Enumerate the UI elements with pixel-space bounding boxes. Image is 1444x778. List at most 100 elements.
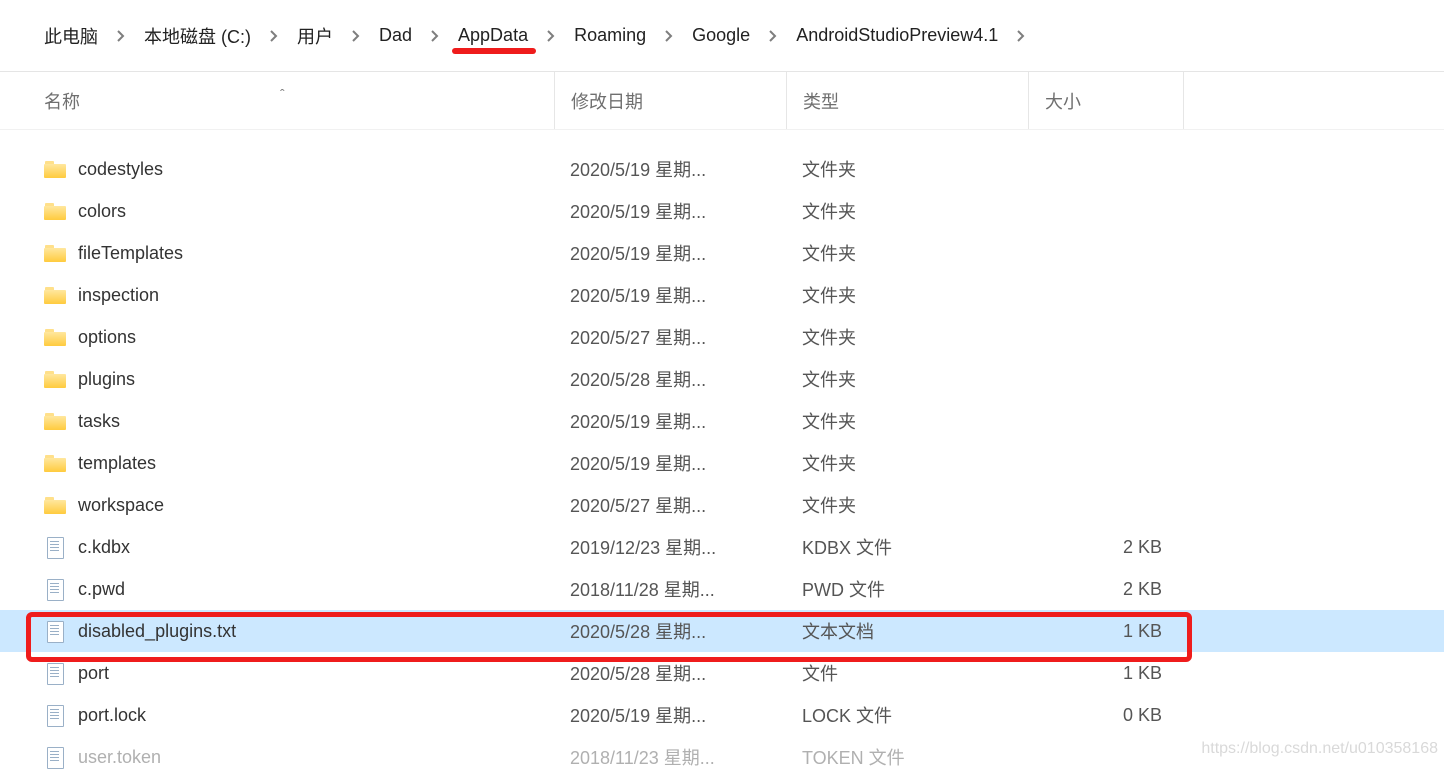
column-header-type[interactable]: 类型 xyxy=(786,72,1028,129)
column-header-name[interactable]: 名称 ˆ xyxy=(44,88,554,114)
chevron-right-icon[interactable] xyxy=(760,29,786,43)
file-type-cell: 文件夹 xyxy=(786,366,1028,392)
file-row[interactable]: codestyles2020/5/19 星期...文件夹 xyxy=(0,148,1444,190)
file-size-cell: 1 KB xyxy=(1028,663,1184,684)
chevron-right-icon[interactable] xyxy=(422,29,448,43)
file-name-cell: fileTemplates xyxy=(44,242,554,264)
file-date-cell: 2020/5/19 星期... xyxy=(554,282,786,308)
file-type-cell: TOKEN 文件 xyxy=(786,744,1028,770)
breadcrumb-item-label: 此电脑 xyxy=(44,23,98,49)
breadcrumb-item[interactable]: Dad xyxy=(371,23,420,48)
file-name-cell: plugins xyxy=(44,368,554,390)
breadcrumb-item[interactable]: 用户 xyxy=(289,21,341,51)
file-date-cell: 2019/12/23 星期... xyxy=(554,534,786,560)
file-name-text: colors xyxy=(78,201,126,222)
breadcrumb-item[interactable]: AppData xyxy=(450,23,536,48)
file-name-text: port xyxy=(78,663,109,684)
file-row[interactable]: fileTemplates2020/5/19 星期...文件夹 xyxy=(0,232,1444,274)
file-date-cell: 2020/5/19 星期... xyxy=(554,156,786,182)
column-header-size-text: 大小 xyxy=(1045,88,1081,114)
file-list: codestyles2020/5/19 星期...文件夹colors2020/5… xyxy=(0,130,1444,778)
file-date-cell: 2020/5/27 星期... xyxy=(554,492,786,518)
file-type-cell: 文件夹 xyxy=(786,282,1028,308)
breadcrumb-item[interactable]: 本地磁盘 (C:) xyxy=(136,21,259,51)
file-row[interactable]: workspace2020/5/27 星期...文件夹 xyxy=(0,484,1444,526)
file-type-cell: PWD 文件 xyxy=(786,576,1028,602)
folder-icon xyxy=(44,410,66,432)
chevron-right-icon[interactable] xyxy=(261,29,287,43)
file-name-cell: user.token xyxy=(44,746,554,768)
folder-icon xyxy=(44,452,66,474)
file-name-cell: options xyxy=(44,326,554,348)
file-name-text: user.token xyxy=(78,747,161,768)
file-name-text: plugins xyxy=(78,369,135,390)
file-size-cell: 2 KB xyxy=(1028,579,1184,600)
file-name-cell: inspection xyxy=(44,284,554,306)
chevron-right-icon[interactable] xyxy=(343,29,369,43)
file-type-cell: 文件夹 xyxy=(786,324,1028,350)
file-row[interactable]: inspection 2020/5/19 星期...文件夹 xyxy=(0,274,1444,316)
file-icon xyxy=(44,620,66,642)
file-type-cell: 文本文档 xyxy=(786,618,1028,644)
column-header-name-text: 名称 xyxy=(44,92,80,112)
file-name-cell: port.lock xyxy=(44,704,554,726)
file-name-text: workspace xyxy=(78,495,164,516)
file-type-cell: LOCK 文件 xyxy=(786,702,1028,728)
file-icon xyxy=(44,662,66,684)
file-date-cell: 2020/5/19 星期... xyxy=(554,702,786,728)
column-header-row: 名称 ˆ 修改日期 类型 大小 xyxy=(0,72,1444,130)
breadcrumb-item-label: Google xyxy=(692,25,750,46)
chevron-right-icon[interactable] xyxy=(108,29,134,43)
file-name-text: port.lock xyxy=(78,705,146,726)
file-row[interactable]: port.lock2020/5/19 星期...LOCK 文件0 KB xyxy=(0,694,1444,736)
column-header-date-text: 修改日期 xyxy=(571,88,643,114)
file-date-cell: 2020/5/28 星期... xyxy=(554,660,786,686)
file-date-cell: 2018/11/28 星期... xyxy=(554,576,786,602)
file-row[interactable]: c.pwd 2018/11/28 星期...PWD 文件2 KB xyxy=(0,568,1444,610)
folder-icon xyxy=(44,494,66,516)
file-row[interactable]: disabled_plugins.txt 2020/5/28 星期...文本文档1… xyxy=(0,610,1444,652)
file-icon xyxy=(44,746,66,768)
file-name-text: inspection xyxy=(78,285,159,306)
file-icon xyxy=(44,704,66,726)
file-row[interactable]: templates2020/5/19 星期...文件夹 xyxy=(0,442,1444,484)
file-name-text: codestyles xyxy=(78,159,163,180)
file-name-text: templates xyxy=(78,453,156,474)
file-row[interactable]: tasks2020/5/19 星期...文件夹 xyxy=(0,400,1444,442)
file-date-cell: 2020/5/27 星期... xyxy=(554,324,786,350)
file-name-text: c.pwd xyxy=(78,579,125,600)
breadcrumb-bar: 此电脑 本地磁盘 (C:) 用户 Dad AppData Roaming Google And… xyxy=(0,0,1444,72)
file-size-cell: 1 KB xyxy=(1028,621,1184,642)
chevron-right-icon[interactable] xyxy=(538,29,564,43)
folder-icon xyxy=(44,242,66,264)
file-date-cell: 2020/5/19 星期... xyxy=(554,450,786,476)
file-name-cell: templates xyxy=(44,452,554,474)
file-name-cell: workspace xyxy=(44,494,554,516)
breadcrumb-item[interactable]: 此电脑 xyxy=(36,21,106,51)
column-header-size[interactable]: 大小 xyxy=(1028,72,1184,129)
file-name-cell: colors xyxy=(44,200,554,222)
file-row[interactable]: options2020/5/27 星期...文件夹 xyxy=(0,316,1444,358)
file-icon xyxy=(44,578,66,600)
file-type-cell: 文件 xyxy=(786,660,1028,686)
file-row[interactable]: plugins2020/5/28 星期...文件夹 xyxy=(0,358,1444,400)
file-name-text: disabled_plugins.txt xyxy=(78,621,236,642)
breadcrumb-item[interactable]: AndroidStudioPreview4.1 xyxy=(788,23,1006,48)
breadcrumb-item[interactable]: Roaming xyxy=(566,23,654,48)
file-row[interactable]: port 2020/5/28 星期...文件1 KB xyxy=(0,652,1444,694)
file-size-cell: 2 KB xyxy=(1028,537,1184,558)
file-name-text: fileTemplates xyxy=(78,243,183,264)
file-name-text: tasks xyxy=(78,411,120,432)
breadcrumb-item[interactable]: Google xyxy=(684,23,758,48)
file-type-cell: 文件夹 xyxy=(786,198,1028,224)
file-row[interactable]: colors2020/5/19 星期...文件夹 xyxy=(0,190,1444,232)
file-date-cell: 2020/5/28 星期... xyxy=(554,618,786,644)
chevron-right-icon[interactable] xyxy=(1008,29,1034,43)
chevron-right-icon[interactable] xyxy=(656,29,682,43)
file-row[interactable]: c.kdbx2019/12/23 星期...KDBX 文件2 KB xyxy=(0,526,1444,568)
breadcrumb-item-label: 本地磁盘 (C:) xyxy=(144,23,251,49)
breadcrumb-item-label: 用户 xyxy=(297,23,333,49)
column-header-date[interactable]: 修改日期 xyxy=(554,72,786,129)
file-date-cell: 2020/5/19 星期... xyxy=(554,408,786,434)
breadcrumb-item-label: Roaming xyxy=(574,25,646,46)
